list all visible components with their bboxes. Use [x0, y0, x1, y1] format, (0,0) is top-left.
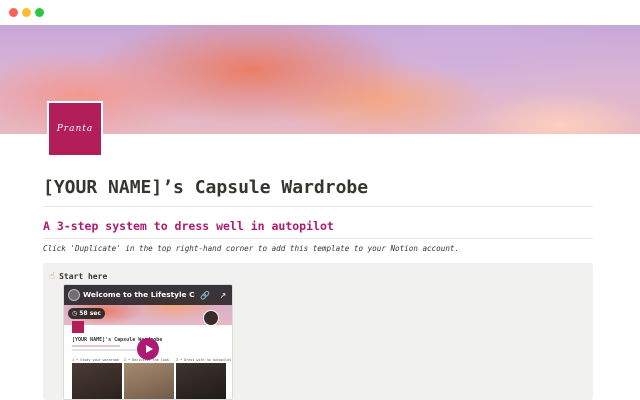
- embedded-video[interactable]: Welcome to the Lifestyle Capsu... 🔗 ↗ ◷ …: [63, 284, 233, 400]
- video-duration-badge: ◷ 58 sec: [68, 308, 105, 319]
- preview-subtitle-line: [72, 345, 120, 347]
- callout-title: Start here: [59, 272, 108, 281]
- preview-thumbnail: [72, 363, 122, 399]
- play-icon: [145, 345, 153, 353]
- hand-pointing-icon: ☝: [49, 271, 56, 282]
- window-titlebar: [0, 0, 640, 25]
- preview-thumbnail: [176, 363, 226, 399]
- preview-text-line: [72, 349, 142, 351]
- title-divider: [43, 206, 593, 207]
- page-title[interactable]: [YOUR NAME]’s Capsule Wardrobe: [43, 177, 603, 198]
- open-external-icon[interactable]: ↗: [216, 288, 230, 302]
- page-icon-logo[interactable]: Pranta: [47, 101, 103, 157]
- subtitle-divider: [43, 238, 593, 239]
- video-duration: 58 sec: [79, 310, 101, 317]
- copy-link-icon[interactable]: 🔗: [198, 288, 212, 302]
- channel-avatar[interactable]: [68, 289, 80, 301]
- play-button[interactable]: [137, 338, 159, 360]
- presenter-avatar: [203, 310, 219, 326]
- start-here-callout[interactable]: ☝ Start here Welcome to the Lifestyle Ca…: [43, 263, 593, 400]
- preview-logo: [72, 321, 84, 333]
- video-title[interactable]: Welcome to the Lifestyle Capsu...: [83, 290, 195, 299]
- duplicate-instruction[interactable]: Click 'Duplicate' in the top right-hand …: [43, 244, 459, 253]
- logo-signature: Pranta: [56, 124, 94, 134]
- page-subtitle[interactable]: A 3-step system to dress well in autopil…: [43, 219, 334, 233]
- preview-label-3: 3 • Dress with no autopilot: [176, 358, 232, 362]
- preview-thumbnail: [124, 363, 174, 399]
- window-minimize-button[interactable]: [22, 8, 31, 17]
- preview-label-1: 1 • Study your wardrobe: [72, 358, 119, 362]
- window-close-button[interactable]: [9, 8, 18, 17]
- video-title-bar: Welcome to the Lifestyle Capsu... 🔗 ↗: [64, 285, 232, 305]
- callout-header: ☝ Start here: [49, 271, 107, 282]
- clock-icon: ◷: [72, 310, 78, 317]
- window-zoom-button[interactable]: [35, 8, 44, 17]
